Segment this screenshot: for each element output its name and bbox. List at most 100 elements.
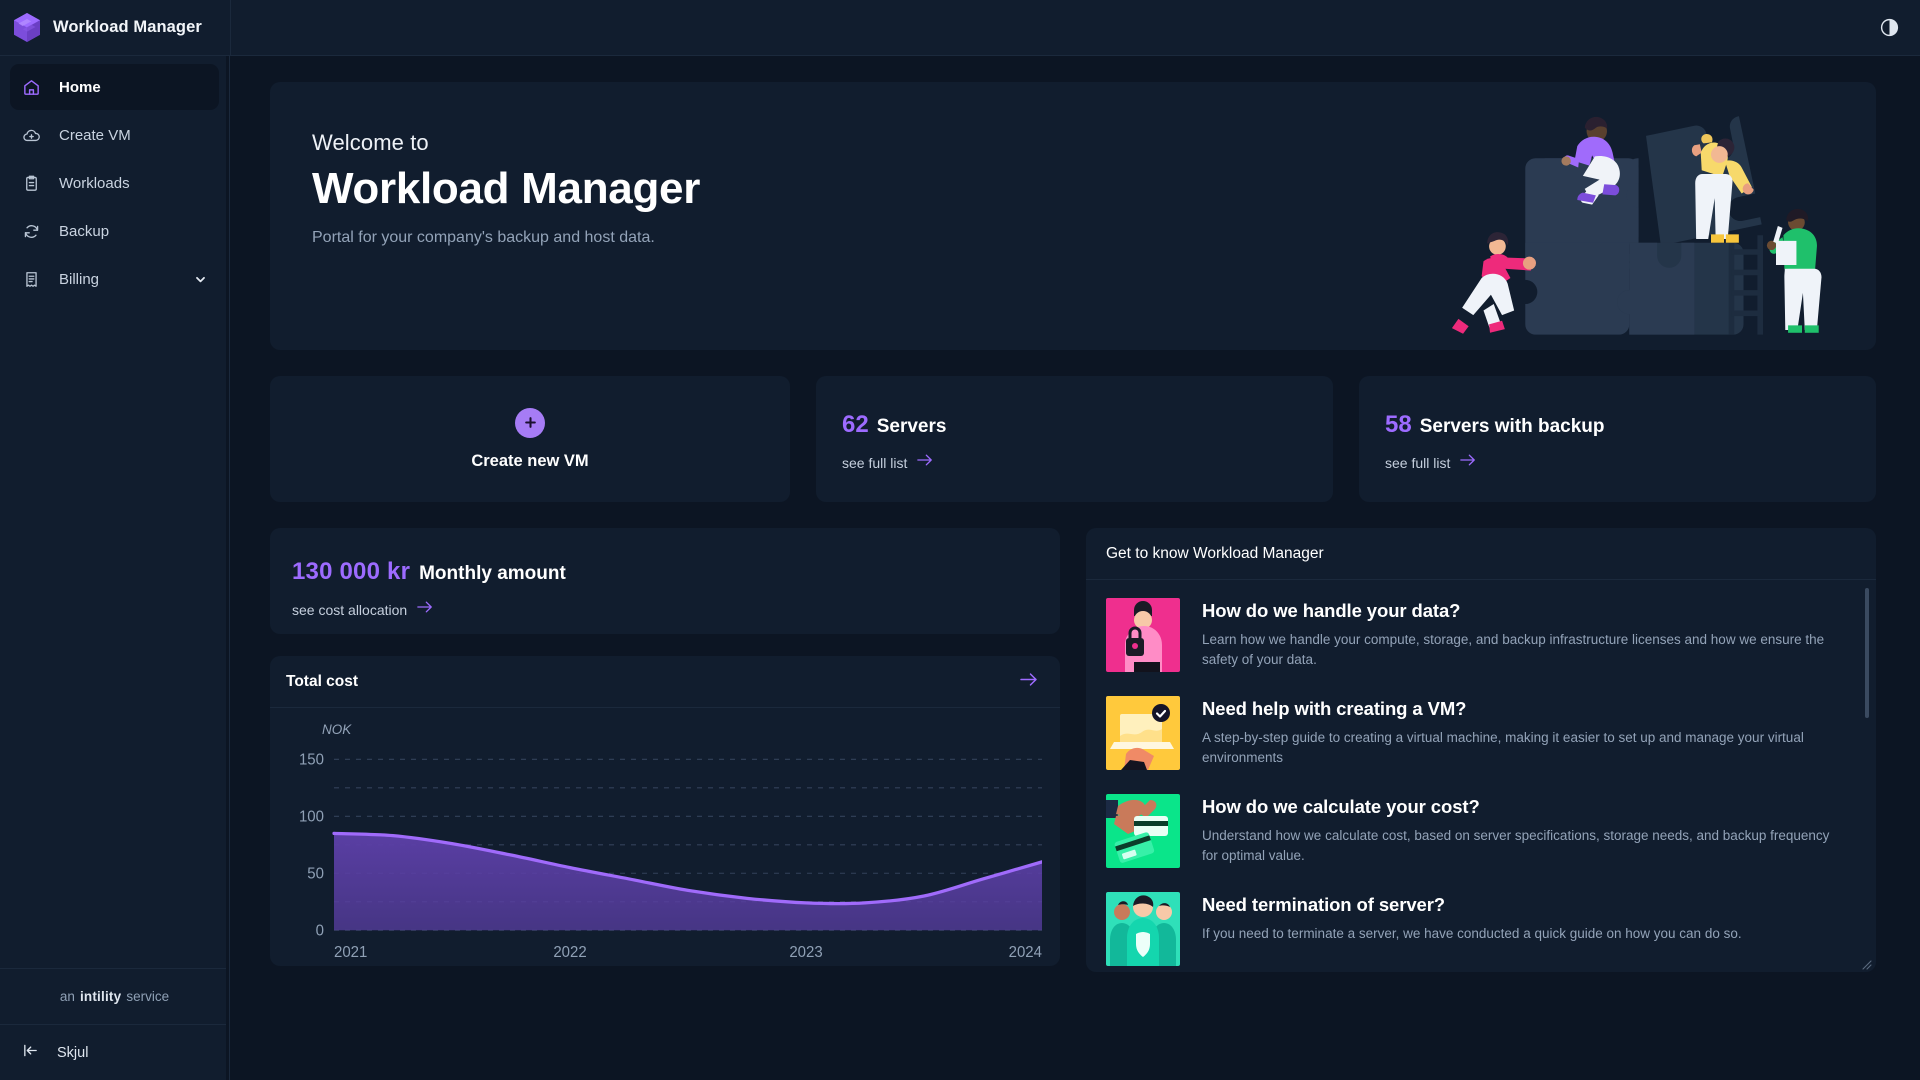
lower-left-column: 130 000 kr Monthly amount see cost alloc…	[270, 528, 1060, 972]
sidebar-nav: Home Create VM Workloads Backup Billing	[0, 56, 229, 302]
sidebar-item-label: Home	[59, 78, 101, 96]
monthly-amount-value: 130 000 kr	[292, 558, 411, 585]
chevron-down-icon[interactable]	[193, 272, 207, 286]
plus-circle-icon	[515, 407, 545, 438]
sidebar-collapse-label: Skjul	[57, 1044, 89, 1061]
get-to-know-title: Get to know Workload Manager	[1106, 544, 1324, 562]
footer-prefix: an	[59, 989, 75, 1004]
collapse-left-icon	[22, 1042, 39, 1063]
hand-credit-card-illustration	[1106, 794, 1180, 868]
main-content: Welcome to Workload Manager Portal for y…	[230, 56, 1920, 1080]
svg-text:100: 100	[299, 808, 324, 825]
total-cost-area-chart: 0 50 100 150 2021 2022 2023 2024	[299, 751, 1044, 961]
get-to-know-item[interactable]: How do we handle your data? Learn how we …	[1106, 598, 1846, 672]
get-to-know-item-heading: How do we handle your data?	[1202, 600, 1461, 621]
sidebar-item-backup[interactable]: Backup	[10, 208, 219, 254]
sidebar-item-label: Workloads	[59, 174, 130, 192]
create-new-vm-label: Create new VM	[471, 451, 589, 470]
cube-logo-icon	[14, 13, 40, 42]
sidebar-scrollbar[interactable]	[226, 56, 229, 1080]
puzzle-teamwork-illustration	[1451, 116, 1822, 335]
monthly-amount-label: Monthly amount	[419, 563, 566, 584]
get-to-know-list[interactable]: How do we handle your data? Learn how we …	[1086, 580, 1876, 972]
team-shield-illustration	[1106, 892, 1180, 966]
resize-handle-icon[interactable]	[1860, 957, 1872, 970]
get-to-know-item-body: A step-by-step guide to creating a virtu…	[1202, 730, 1804, 765]
lower-right-column: Get to know Workload Manager How do we h…	[1086, 528, 1876, 972]
arrow-right-icon	[1460, 453, 1476, 472]
sidebar-item-home[interactable]: Home	[10, 64, 219, 110]
chart-plot-area: NOK 0 50 100 150 2021 2022 2023 2024	[270, 708, 1060, 971]
laptop-checkmark-illustration	[1106, 696, 1180, 770]
chart-title: Total cost	[286, 672, 359, 690]
get-to-know-item-texts: Need termination of server? If you need t…	[1202, 892, 1846, 966]
servers-backup-link-label: see full list	[1385, 454, 1451, 471]
servers-backup-count: 58	[1385, 411, 1412, 438]
welcome-hero: Welcome to Workload Manager Portal for y…	[270, 82, 1876, 350]
servers-backup-stat-line: 58 Servers with backup	[1385, 411, 1876, 439]
stat-cards-row: Create new VM 62 Servers see full list 5…	[270, 376, 1876, 502]
sidebar-item-label: Backup	[59, 222, 110, 240]
brand[interactable]: Workload Manager	[0, 13, 230, 42]
sidebar-item-label: Billing	[59, 270, 100, 288]
get-to-know-item[interactable]: Need termination of server? If you need t…	[1106, 892, 1846, 966]
contrast-half-circle-icon[interactable]	[1876, 15, 1902, 41]
servers-link-label: see full list	[842, 454, 908, 471]
svg-text:2024: 2024	[1009, 944, 1042, 961]
sidebar-item-billing[interactable]: Billing	[10, 256, 219, 302]
servers-backup-see-full-list-link[interactable]: see full list	[1385, 453, 1876, 472]
chart-y-unit-label: NOK	[322, 722, 352, 737]
get-to-know-item-texts: How do we handle your data? Learn how we …	[1202, 598, 1846, 672]
intility-wordmark: intility	[79, 989, 122, 1004]
svg-text:0: 0	[316, 922, 324, 939]
get-to-know-item-body: If you need to terminate a server, we ha…	[1202, 926, 1742, 941]
sidebar-item-workloads[interactable]: Workloads	[10, 160, 219, 206]
app-root: Workload Manager Home Create VM Workload…	[0, 0, 1920, 1080]
get-to-know-item[interactable]: How do we calculate your cost? Understand…	[1106, 794, 1846, 868]
servers-see-full-list-link[interactable]: see full list	[842, 453, 1333, 472]
app-title: Workload Manager	[53, 18, 202, 36]
clipboard-icon	[22, 174, 41, 193]
footer-suffix: service	[126, 989, 170, 1004]
sidebar-collapse-button[interactable]: Skjul	[0, 1024, 229, 1080]
get-to-know-item-heading: Need help with creating a VM?	[1202, 698, 1467, 719]
top-bar: Workload Manager	[0, 0, 1920, 56]
get-to-know-item-texts: How do we calculate your cost? Understand…	[1202, 794, 1846, 868]
arrow-right-icon[interactable]	[1020, 672, 1038, 692]
svg-text:150: 150	[299, 751, 324, 768]
home-icon	[22, 78, 41, 97]
cost-allocation-label: see cost allocation	[292, 601, 408, 618]
get-to-know-item-heading: How do we calculate your cost?	[1202, 796, 1480, 817]
get-to-know-item-body: Understand how we calculate cost, based …	[1202, 828, 1830, 863]
servers-card: 62 Servers see full list	[816, 376, 1333, 502]
sidebar-item-create-vm[interactable]: Create VM	[10, 112, 219, 158]
see-cost-allocation-link[interactable]: see cost allocation	[292, 600, 1060, 619]
servers-label: Servers	[876, 416, 947, 437]
monthly-amount-card: 130 000 kr Monthly amount see cost alloc…	[270, 528, 1060, 634]
create-new-vm-card[interactable]: Create new VM	[270, 376, 790, 502]
svg-text:2023: 2023	[789, 944, 822, 961]
get-to-know-scrollbar[interactable]	[1865, 588, 1869, 718]
svg-text:50: 50	[307, 865, 324, 882]
get-to-know-item-texts: Need help with creating a VM? A step-by-s…	[1202, 696, 1846, 770]
refresh-icon	[22, 222, 41, 241]
arrow-right-icon	[917, 453, 933, 472]
get-to-know-item-heading: Need termination of server?	[1202, 894, 1446, 915]
monthly-amount-line: 130 000 kr Monthly amount	[292, 558, 1060, 586]
get-to-know-item-body: Learn how we handle your compute, storag…	[1202, 632, 1825, 667]
get-to-know-item[interactable]: Need help with creating a VM? A step-by-s…	[1106, 696, 1846, 770]
lower-section: 130 000 kr Monthly amount see cost alloc…	[270, 528, 1876, 972]
sidebar-footer: an intility service	[0, 968, 229, 1024]
cloud-plus-icon	[22, 126, 41, 145]
servers-with-backup-card: 58 Servers with backup see full list	[1359, 376, 1876, 502]
servers-count: 62	[842, 411, 869, 438]
svg-text:2022: 2022	[553, 944, 586, 961]
chart-header: Total cost	[270, 656, 1060, 708]
get-to-know-header: Get to know Workload Manager	[1086, 528, 1876, 580]
topbar-divider	[230, 0, 231, 55]
get-to-know-card: Get to know Workload Manager How do we h…	[1086, 528, 1876, 972]
servers-stat-line: 62 Servers	[842, 411, 1333, 439]
arrow-right-icon	[417, 600, 433, 619]
total-cost-chart-card: Total cost NOK 0 50 100 150 2021 2022 2023 2024	[270, 656, 1060, 966]
